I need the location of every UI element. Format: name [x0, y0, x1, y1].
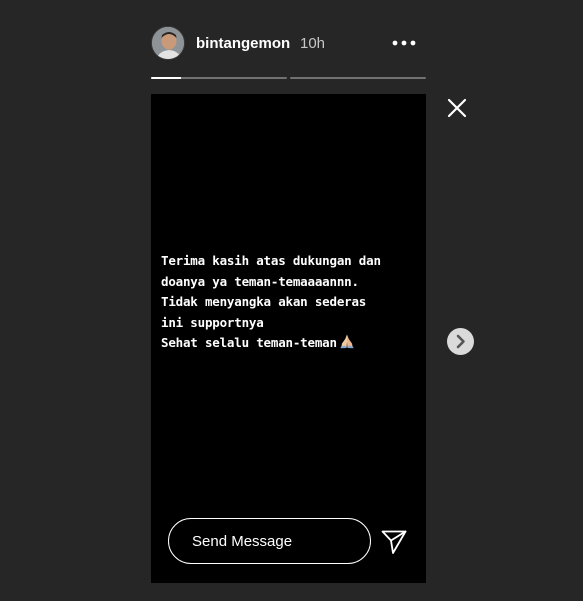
story-line-last: Sehat selalu teman-teman — [161, 333, 419, 356]
post-timestamp: 10h — [300, 35, 326, 52]
progress-fill — [151, 77, 181, 79]
story-progress — [151, 77, 426, 79]
progress-segment-current — [151, 77, 287, 79]
chevron-right-icon — [456, 334, 465, 349]
more-options-icon[interactable] — [390, 36, 418, 50]
story-line: ini supportnya — [161, 314, 264, 330]
next-story-button[interactable] — [447, 328, 474, 355]
story-line: Terima kasih atas dukungan dan — [161, 253, 381, 268]
close-icon[interactable] — [446, 97, 468, 119]
username[interactable]: bintangemon — [196, 35, 290, 53]
progress-segment-next — [290, 77, 426, 79]
story-viewer: bintangemon 10h Terima kasih atas dukung… — [0, 0, 583, 601]
story-line: doanya ya teman-temaaaannn. — [161, 273, 359, 289]
user-avatar[interactable] — [151, 26, 185, 60]
story-caption: Terima kasih atas dukungan dan doanya ya… — [161, 251, 419, 356]
folded-hands-icon — [339, 333, 355, 356]
send-message-input[interactable]: Send Message — [168, 518, 371, 564]
paper-plane-icon[interactable] — [380, 527, 408, 555]
send-message-placeholder: Send Message — [192, 533, 293, 550]
story-line-text: Sehat selalu teman-teman — [161, 335, 337, 350]
story-card[interactable]: Terima kasih atas dukungan dan doanya ya… — [151, 94, 426, 583]
story-line: Tidak menyangka akan sederas — [161, 294, 367, 309]
